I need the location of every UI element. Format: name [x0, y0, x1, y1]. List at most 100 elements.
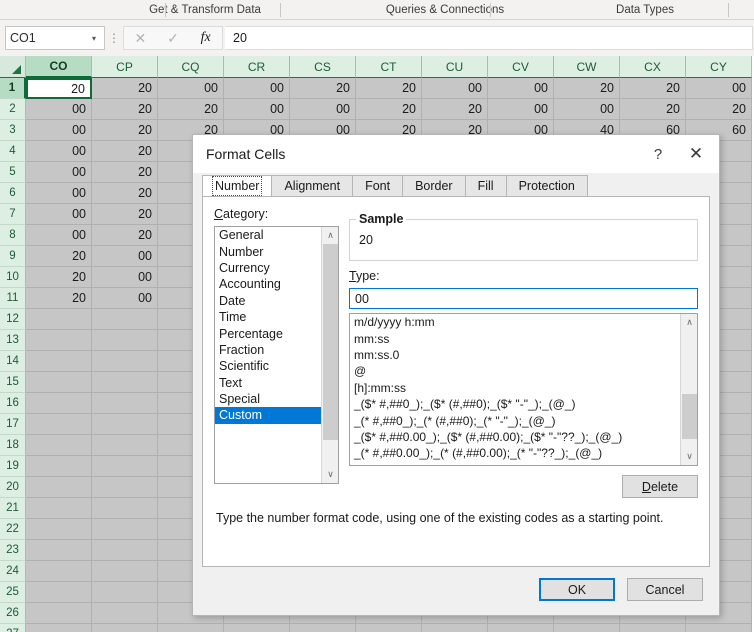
- scroll-down-icon[interactable]: ∨: [681, 448, 697, 465]
- chevron-down-icon[interactable]: ▾: [88, 34, 100, 43]
- category-item-general[interactable]: General: [215, 227, 321, 243]
- cancel-icon[interactable]: ✕: [126, 27, 154, 49]
- grid-cell[interactable]: [620, 624, 686, 632]
- grid-cell[interactable]: 00: [26, 183, 92, 204]
- grid-cell[interactable]: [554, 624, 620, 632]
- tab-border[interactable]: Border: [402, 175, 466, 196]
- enter-icon[interactable]: ✓: [159, 27, 187, 49]
- grid-cell[interactable]: 00: [488, 78, 554, 99]
- delete-button[interactable]: Delete: [622, 475, 698, 498]
- active-cell[interactable]: 20: [26, 78, 92, 99]
- scroll-up-icon[interactable]: ∧: [681, 314, 697, 331]
- grid-cell[interactable]: [26, 435, 92, 456]
- grid-cell[interactable]: [26, 372, 92, 393]
- row-header-5[interactable]: 5: [0, 162, 26, 183]
- grid-cell[interactable]: 00: [26, 162, 92, 183]
- grid-cell[interactable]: [92, 603, 158, 624]
- format-type-item[interactable]: @: [350, 363, 680, 379]
- category-item-scientific[interactable]: Scientific: [215, 358, 321, 374]
- grid-cell[interactable]: [26, 330, 92, 351]
- row-header-3[interactable]: 3: [0, 120, 26, 141]
- column-header-cr[interactable]: CR: [224, 56, 290, 78]
- row-header-13[interactable]: 13: [0, 330, 26, 351]
- row-header-14[interactable]: 14: [0, 351, 26, 372]
- grid-cell[interactable]: [92, 498, 158, 519]
- grid-cell[interactable]: 20: [620, 99, 686, 120]
- row-header-12[interactable]: 12: [0, 309, 26, 330]
- grid-cell[interactable]: 00: [224, 99, 290, 120]
- grid-cell[interactable]: 20: [26, 288, 92, 309]
- row-header-2[interactable]: 2: [0, 99, 26, 120]
- grid-cell[interactable]: [26, 498, 92, 519]
- ok-button[interactable]: OK: [539, 578, 615, 601]
- scroll-up-icon[interactable]: ∧: [322, 227, 338, 244]
- grid-cell[interactable]: [92, 372, 158, 393]
- grid-cell[interactable]: [26, 582, 92, 603]
- cancel-button[interactable]: Cancel: [627, 578, 703, 601]
- column-header-cp[interactable]: CP: [92, 56, 158, 78]
- grid-cell[interactable]: 20: [92, 120, 158, 141]
- grid-cell[interactable]: [26, 309, 92, 330]
- row-header-24[interactable]: 24: [0, 561, 26, 582]
- grid-cell[interactable]: 20: [92, 141, 158, 162]
- row-header-6[interactable]: 6: [0, 183, 26, 204]
- category-item-text[interactable]: Text: [215, 375, 321, 391]
- grid-cell[interactable]: [356, 624, 422, 632]
- grid-cell[interactable]: 20: [290, 78, 356, 99]
- grid-cell[interactable]: 20: [26, 267, 92, 288]
- row-header-17[interactable]: 17: [0, 414, 26, 435]
- row-header-11[interactable]: 11: [0, 288, 26, 309]
- grid-cell[interactable]: 00: [26, 204, 92, 225]
- category-item-percentage[interactable]: Percentage: [215, 325, 321, 341]
- grid-cell[interactable]: 00: [26, 225, 92, 246]
- tab-font[interactable]: Font: [352, 175, 404, 196]
- grid-cell[interactable]: [26, 561, 92, 582]
- grid-cell[interactable]: 00: [158, 78, 224, 99]
- grid-cell[interactable]: [488, 624, 554, 632]
- column-header-cw[interactable]: CW: [554, 56, 620, 78]
- column-header-cy[interactable]: CY: [686, 56, 752, 78]
- format-type-item[interactable]: _(* #,##0.00_);_(* (#,##0.00);_(* "-"??_…: [350, 445, 680, 461]
- grid-cell[interactable]: 00: [26, 99, 92, 120]
- grid-cell[interactable]: 20: [356, 99, 422, 120]
- scroll-down-icon[interactable]: ∨: [322, 466, 338, 483]
- category-item-custom[interactable]: Custom: [215, 407, 321, 424]
- ribbon-group-data-types[interactable]: Data Types: [560, 0, 730, 20]
- tab-alignment[interactable]: Alignment: [271, 175, 354, 196]
- insert-function-icon[interactable]: fx: [192, 27, 220, 49]
- column-header-co[interactable]: CO: [26, 56, 92, 78]
- format-type-item[interactable]: _($* #,##0.00_);_($* (#,##0.00);_($* "-"…: [350, 429, 680, 445]
- grid-cell[interactable]: 00: [224, 78, 290, 99]
- grid-cell[interactable]: [92, 540, 158, 561]
- tab-protection[interactable]: Protection: [505, 175, 588, 196]
- category-item-fraction[interactable]: Fraction: [215, 342, 321, 358]
- grid-cell[interactable]: [92, 582, 158, 603]
- category-item-currency[interactable]: Currency: [215, 260, 321, 276]
- ribbon-group-get-transform-data[interactable]: Get & Transform Data: [90, 0, 320, 20]
- category-item-time[interactable]: Time: [215, 309, 321, 325]
- grid-cell[interactable]: [92, 351, 158, 372]
- type-list-scrollbar[interactable]: ∧ ∨: [680, 314, 697, 465]
- format-type-item[interactable]: m/d/yyyy h:mm: [350, 314, 680, 330]
- ribbon-group-queries-connections[interactable]: Queries & Connections: [330, 0, 560, 20]
- scrollbar-thumb[interactable]: [323, 244, 338, 440]
- grid-cell[interactable]: [422, 624, 488, 632]
- scrollbar-thumb[interactable]: [682, 394, 697, 439]
- column-header-ct[interactable]: CT: [356, 56, 422, 78]
- grid-cell[interactable]: [158, 624, 224, 632]
- grid-cell[interactable]: [224, 624, 290, 632]
- grid-cell[interactable]: [92, 477, 158, 498]
- category-scrollbar[interactable]: ∧ ∨: [321, 227, 338, 483]
- grid-cell[interactable]: [92, 309, 158, 330]
- grid-cell[interactable]: [26, 519, 92, 540]
- grid-cell[interactable]: 00: [26, 120, 92, 141]
- column-header-cv[interactable]: CV: [488, 56, 554, 78]
- row-header-18[interactable]: 18: [0, 435, 26, 456]
- grid-cell[interactable]: [92, 435, 158, 456]
- column-header-cs[interactable]: CS: [290, 56, 356, 78]
- format-type-item[interactable]: _($* #,##0_);_($* (#,##0);_($* "-"_);_(@…: [350, 396, 680, 412]
- grid-cell[interactable]: [26, 540, 92, 561]
- tab-fill[interactable]: Fill: [464, 175, 507, 196]
- format-type-item[interactable]: mm:ss.0: [350, 347, 680, 363]
- row-header-22[interactable]: 22: [0, 519, 26, 540]
